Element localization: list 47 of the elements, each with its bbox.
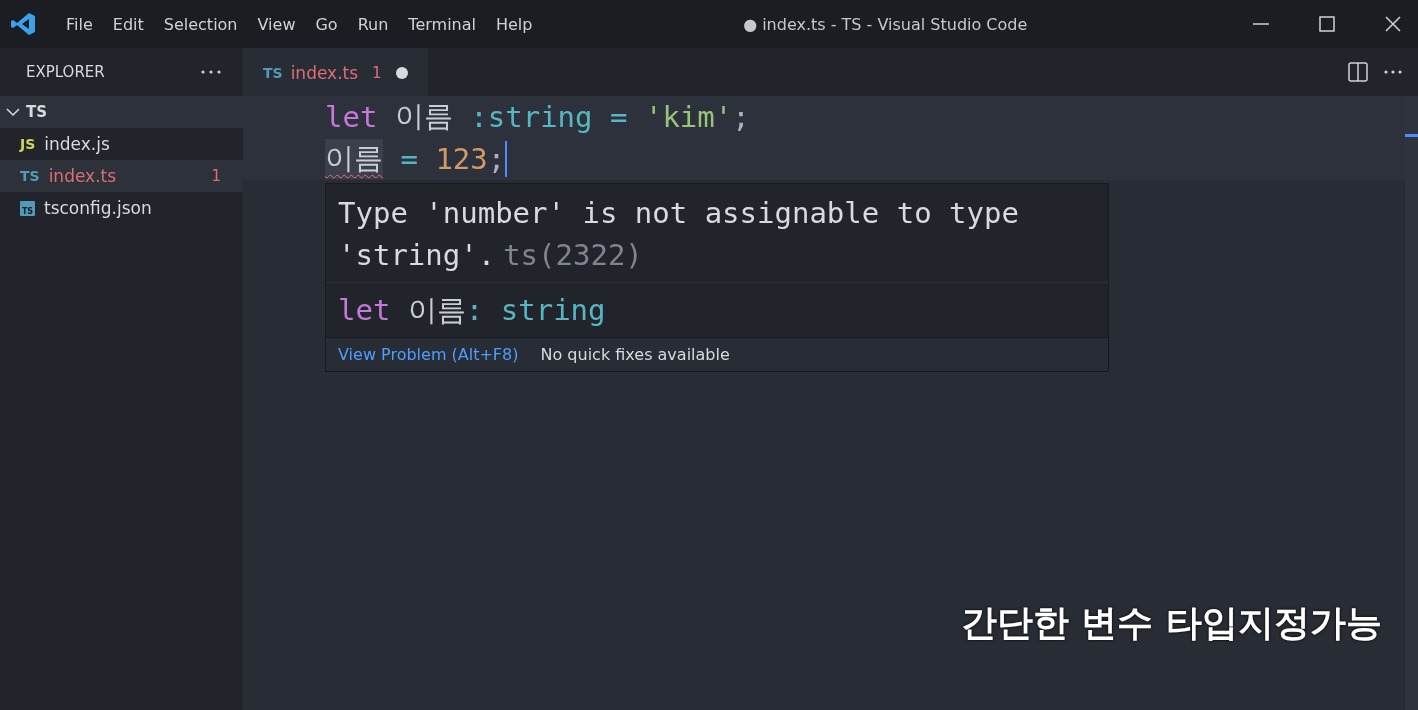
code-token: ; [732, 100, 750, 134]
menu-item[interactable]: View [247, 14, 306, 34]
explorer-title: EXPLORER [26, 63, 105, 81]
file-type-icon: JS [20, 136, 36, 152]
subtitle-caption: 간단한 변수 타입지정가능 [960, 601, 1382, 645]
error-message: Type 'number' is not assignable to type 'string'. ts(2322) [326, 184, 1108, 283]
file-type-icon: TS [20, 200, 35, 216]
explorer-entry[interactable]: TS tsconfig.json [0, 192, 243, 224]
problem-count: 1 [372, 64, 382, 82]
no-fixes-text: No quick fixes available [540, 345, 730, 364]
explorer-entry[interactable]: TS index.ts 1 [0, 160, 243, 192]
problem-count: 1 [211, 167, 221, 185]
split-editor-icon[interactable] [1348, 62, 1368, 82]
menu-item[interactable]: Go [305, 14, 348, 34]
menu-item[interactable]: Edit [102, 14, 154, 34]
file-name: index.js [44, 134, 111, 154]
unsaved-dot-icon[interactable] [395, 67, 408, 79]
editor-tab[interactable]: TS index.ts 1 [243, 48, 428, 96]
file-name: tsconfig.json [44, 198, 153, 218]
code-token: ; [487, 142, 506, 176]
close-icon[interactable] [1384, 15, 1402, 33]
code-token: 이름 [394, 98, 454, 135]
folder-row[interactable]: TS [0, 96, 243, 128]
code-token: = [610, 100, 629, 134]
window-title: ● index.ts - TS - Visual Studio Code [743, 14, 1028, 34]
code-token: 'kim' [644, 100, 733, 134]
file-name: index.ts [48, 166, 118, 186]
code-token: :string [470, 100, 594, 134]
code-token: 이름 [325, 139, 383, 179]
file-type-icon: TS [20, 168, 40, 184]
menu-item[interactable]: Terminal [398, 14, 486, 34]
tab-label: index.ts [290, 63, 359, 83]
explorer-entry[interactable]: JS index.js [0, 128, 243, 160]
menu-item[interactable]: Help [485, 14, 543, 34]
code-token: 123 [435, 142, 488, 176]
more-icon[interactable] [201, 70, 221, 74]
view-problem-link[interactable]: View Problem (Alt+F8) [338, 345, 519, 364]
menu-item[interactable]: Selection [153, 14, 248, 34]
file-type-icon: TS [263, 65, 283, 81]
maximize-icon[interactable] [1318, 15, 1336, 33]
menu-item[interactable]: File [56, 14, 103, 34]
app-logo-icon [10, 11, 36, 37]
more-icon[interactable] [1384, 70, 1402, 74]
code-token: let [325, 100, 379, 134]
code-token: = [399, 142, 419, 176]
menu-item[interactable]: Run [347, 14, 399, 34]
scrollbar-track[interactable] [1405, 96, 1418, 710]
